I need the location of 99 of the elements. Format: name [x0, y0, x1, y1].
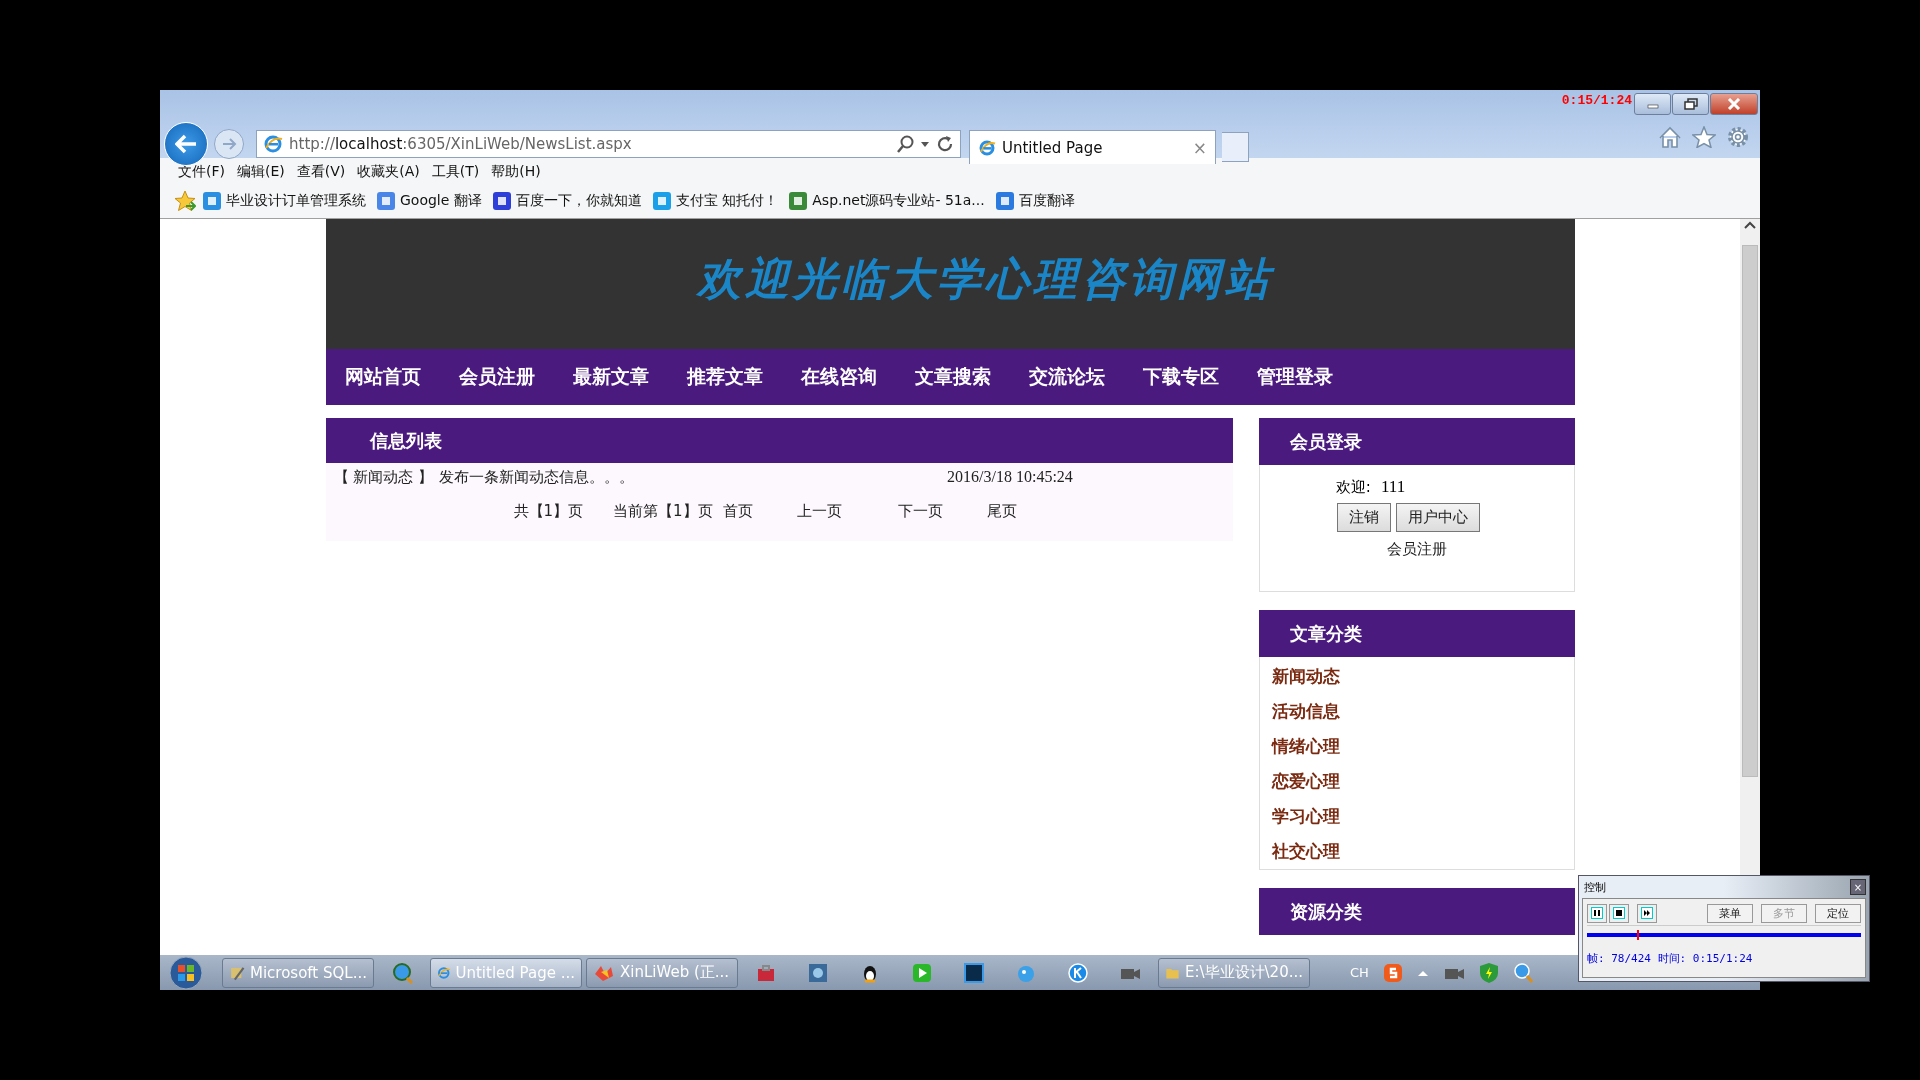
letter-circle-icon [1067, 961, 1089, 984]
timeline-slider[interactable] [1587, 931, 1861, 943]
pager-link[interactable]: 首页 [722, 502, 753, 521]
restore-button[interactable] [1672, 93, 1709, 115]
menu-item[interactable]: 文件(F) [172, 163, 231, 181]
menu-item[interactable]: 编辑(E) [231, 163, 291, 181]
nav-link[interactable]: 最新文章 [572, 364, 649, 390]
news-title-link[interactable]: 发布一条新闻动态信息。。。 [439, 468, 948, 490]
stop-icon [1613, 907, 1625, 919]
home-icon[interactable] [1658, 126, 1682, 148]
form-button[interactable]: 注销 [1337, 503, 1391, 532]
pause-button[interactable] [1587, 903, 1607, 923]
nav-link[interactable]: 文章搜索 [914, 364, 991, 390]
nav-link[interactable]: 交流论坛 [1028, 364, 1105, 390]
back-button[interactable] [164, 122, 208, 166]
start-button[interactable] [168, 955, 204, 990]
back-arrow-icon [175, 134, 197, 154]
welcome-label: 欢迎: [1335, 478, 1371, 497]
bookmark-link[interactable]: 百度一下，你就知道 [491, 191, 642, 211]
nav-link[interactable]: 网站首页 [344, 364, 421, 390]
bookmark-link[interactable]: 百度翻译 [994, 191, 1075, 211]
panel-title: 会员登录 [1289, 430, 1362, 454]
menu-item[interactable]: 收藏夹(A) [351, 163, 426, 181]
bookmark-link[interactable]: Google 翻译 [376, 191, 482, 211]
player-button[interactable]: 菜单 [1707, 903, 1753, 923]
menu-item[interactable]: 帮助(H) [485, 163, 547, 181]
search-icon[interactable] [896, 135, 914, 153]
panel-title: 资源分类 [1289, 900, 1362, 924]
menu-item[interactable]: 工具(T) [425, 163, 486, 181]
window-title: 控制 [1584, 879, 1606, 895]
pager-link[interactable]: 上一页 [796, 502, 842, 521]
minimize-button[interactable] [1634, 93, 1671, 115]
restore-icon [1683, 98, 1698, 110]
category-link[interactable]: 恋爱心理 [1271, 770, 1340, 793]
nav-link[interactable]: 管理登录 [1256, 364, 1333, 390]
news-category-link[interactable]: 【 新闻动态 】 [333, 468, 434, 490]
url-text: http://localhost:6305/XinLiWeb/NewsList.aspx [289, 135, 633, 153]
register-link[interactable]: 会员注册 [1386, 540, 1447, 559]
close-button[interactable]: × [1850, 879, 1866, 895]
scrollbar-thumb[interactable] [1742, 245, 1758, 777]
playhead[interactable] [1637, 930, 1640, 940]
player-button[interactable]: 定位 [1815, 903, 1861, 923]
refresh-icon[interactable] [936, 135, 954, 153]
close-tab-button[interactable]: × [1192, 137, 1207, 158]
category-link[interactable]: 活动信息 [1271, 700, 1340, 723]
panel-title: 文章分类 [1289, 622, 1362, 646]
site-title: 欢迎光临大学心理咨询网站 [697, 253, 1273, 306]
video-timer: 0:15/1:24 [1561, 93, 1632, 108]
bookmark-icon [202, 191, 222, 211]
input-method-icon[interactable] [1382, 962, 1403, 983]
show-hidden-icon[interactable] [1416, 968, 1429, 977]
shield-icon[interactable] [1478, 961, 1499, 984]
news-date: 2016/3/18 10:45:24 [947, 468, 1073, 487]
scroll-up-icon[interactable] [1743, 219, 1757, 231]
category-link[interactable]: 社交心理 [1271, 840, 1340, 863]
close-icon [1727, 98, 1741, 110]
bookmark-icon [491, 191, 512, 211]
close-button[interactable] [1710, 93, 1758, 115]
category-link[interactable]: 新闻动态 [1271, 665, 1340, 688]
playback-status: 帧: 78/424 时间: 0:15/1:24 [1587, 951, 1754, 966]
forward-arrow-icon [221, 137, 237, 151]
settings-icon[interactable] [1726, 126, 1750, 148]
pager-link[interactable]: 尾页 [986, 502, 1017, 521]
forward-button[interactable] [214, 129, 244, 159]
bookmark-link[interactable]: 支付宝 知托付！ [651, 191, 779, 211]
nav-link[interactable]: 会员注册 [458, 364, 535, 390]
bookmark-icon [788, 191, 809, 211]
page-info: 共【1】页 [513, 502, 584, 521]
pager-link[interactable]: 下一页 [897, 502, 943, 521]
bookmark-link[interactable]: Asp.net源码专业站- 51a... [788, 191, 985, 211]
stop-button[interactable] [1609, 903, 1629, 923]
favorites-star-icon[interactable] [174, 190, 196, 212]
magnifier-icon [391, 961, 413, 984]
form-button[interactable]: 用户中心 [1396, 503, 1480, 532]
nav-link[interactable]: 在线咨询 [800, 364, 877, 390]
bookmark-icon [651, 191, 672, 211]
browser-tab[interactable]: Untitled Page × [969, 130, 1216, 164]
panel-title: 信息列表 [369, 429, 442, 453]
menu-item[interactable]: 查看(V) [290, 163, 352, 181]
page-info: 当前第【1】页 [613, 502, 713, 521]
play-icon [911, 961, 933, 984]
browser-icon [263, 134, 283, 154]
magnifier-icon[interactable] [1512, 961, 1533, 984]
dropdown-icon[interactable] [920, 140, 930, 148]
fast-forward-button[interactable] [1637, 903, 1657, 923]
pause-icon [1591, 907, 1603, 919]
category-link[interactable]: 学习心理 [1271, 805, 1340, 828]
fast-forward-icon [1641, 907, 1653, 919]
nav-link[interactable]: 推荐文章 [686, 364, 763, 390]
browser-icon [978, 138, 996, 157]
new-tab-button[interactable] [1222, 132, 1249, 162]
username: 111 [1380, 477, 1406, 497]
category-link[interactable]: 情绪心理 [1271, 735, 1340, 758]
favorites-star-icon[interactable] [1692, 126, 1716, 148]
bookmark-icon [376, 191, 396, 211]
bookmark-link[interactable]: 毕业设计订单管理系统 [202, 191, 366, 211]
address-field[interactable]: http://localhost:6305/XinLiWeb/NewsList.aspx [256, 130, 961, 158]
nav-link[interactable]: 下载专区 [1142, 364, 1219, 390]
bookmark-icon [994, 191, 1015, 211]
